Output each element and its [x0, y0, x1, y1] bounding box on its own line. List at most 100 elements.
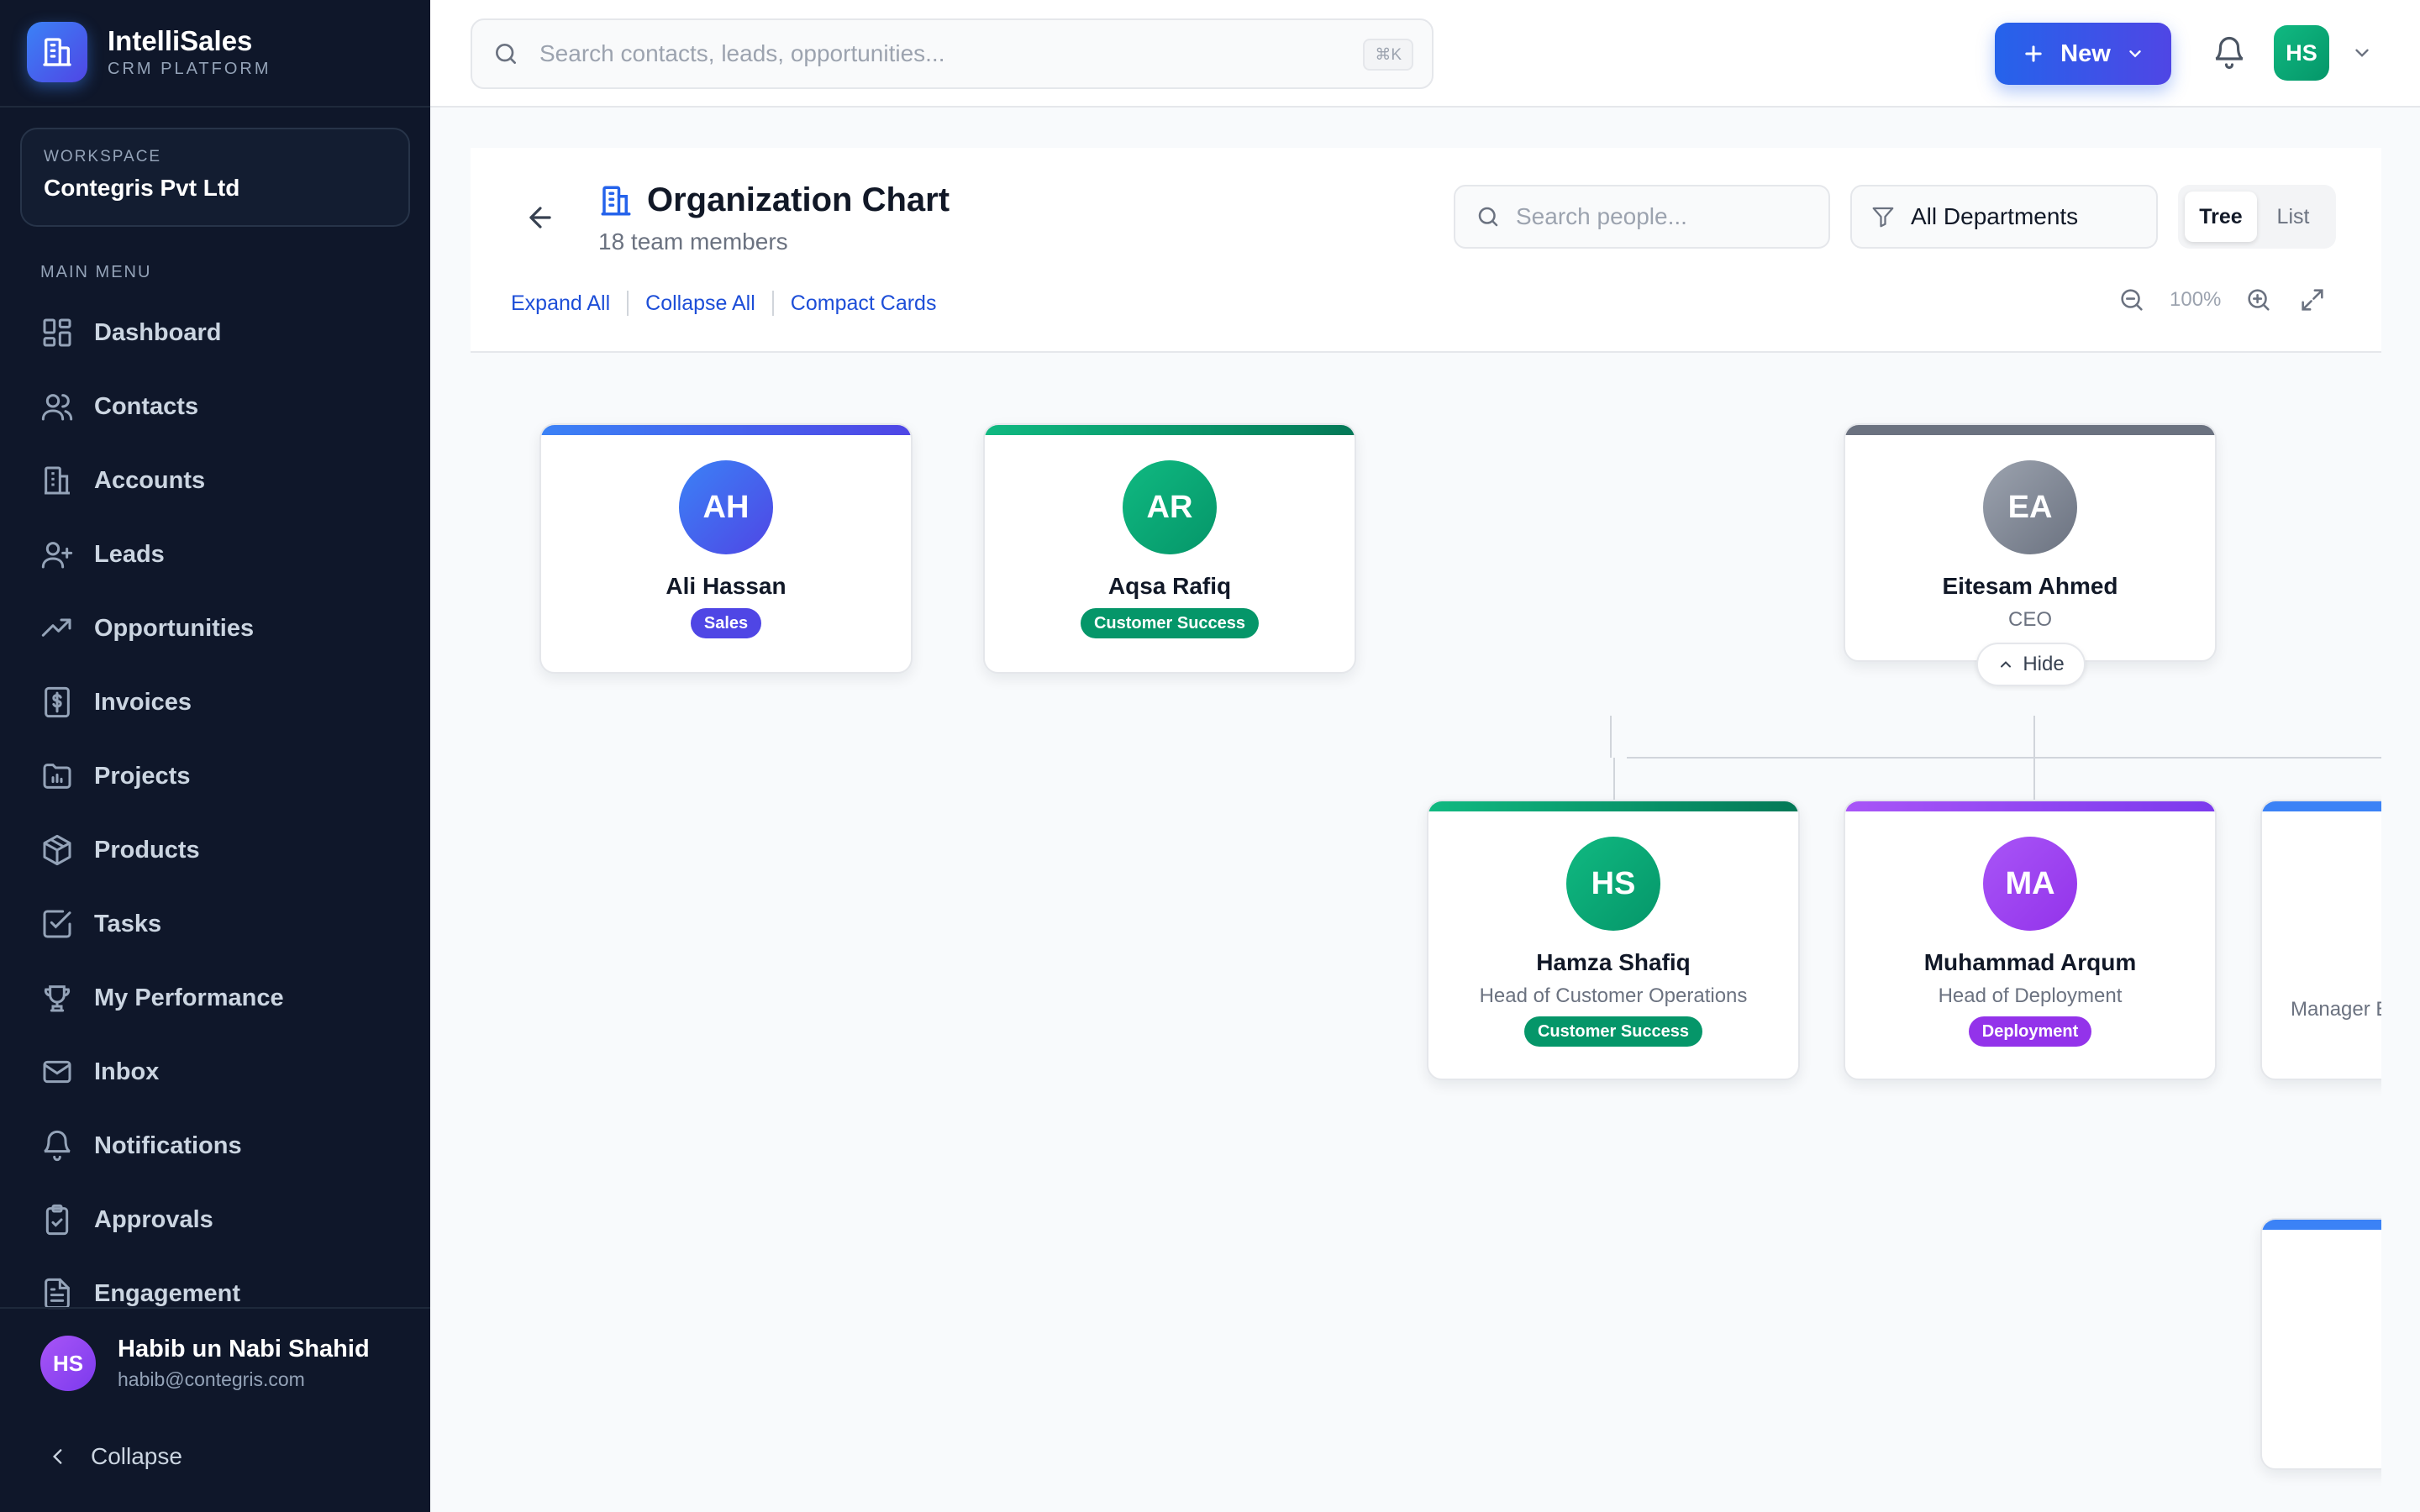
main-menu-label: MAIN MENU: [40, 263, 152, 281]
sidebar-item-inbox[interactable]: Inbox: [40, 1047, 410, 1097]
person-card[interactable]: MA Muhammad Arqum Head of Deployment Dep…: [1844, 800, 2217, 1080]
plus-icon: [2025, 45, 2042, 62]
person-card[interactable]: [2260, 1218, 2381, 1470]
topbar: Search contacts, leads, opportunities...…: [430, 0, 2420, 108]
current-user[interactable]: HS Habib un Nabi Shahid habib@contegris.…: [40, 1336, 370, 1391]
checkbox-icon: [43, 910, 71, 938]
chevron-up-icon: [2001, 661, 2012, 668]
avatar[interactable]: HS: [2274, 25, 2329, 81]
avatar: HS: [1566, 837, 1660, 931]
workspace-switcher[interactable]: WORKSPACE Contegris Pvt Ltd: [20, 128, 410, 227]
avatar: AR: [1123, 460, 1217, 554]
avatar: MA: [1983, 837, 2077, 931]
sidebar-item-label: Engagement: [94, 1279, 241, 1307]
sidebar-item-label: Inbox: [94, 1058, 160, 1085]
sidebar-item-dashboard[interactable]: Dashboard: [40, 307, 410, 358]
collapse-sidebar-button[interactable]: Collapse: [47, 1443, 182, 1470]
brand[interactable]: IntelliSales CRM PLATFORM: [27, 22, 271, 82]
tab-list[interactable]: List: [2257, 192, 2329, 242]
sidebar-item-label: Products: [94, 836, 200, 864]
building-icon: [601, 186, 631, 215]
department-filter[interactable]: All Departments: [1850, 185, 2158, 249]
sidebar-item-tasks[interactable]: Tasks: [40, 899, 410, 949]
person-card[interactable]: EA Eitesam Ahmed CEO: [1844, 423, 2217, 662]
connector-line: [1627, 757, 2381, 759]
user-name: Habib un Nabi Shahid: [118, 1336, 370, 1362]
sidebar-item-contacts[interactable]: Contacts: [40, 381, 410, 432]
sidebar-item-engagement[interactable]: Engagement: [40, 1268, 410, 1319]
org-chart-header: Organization Chart 18 team members Expan…: [471, 148, 2381, 353]
sidebar-item-label: Invoices: [94, 688, 192, 716]
avatar: EA: [1983, 460, 2077, 554]
sidebar-item-opportunities[interactable]: Opportunities: [40, 603, 410, 654]
divider: [0, 106, 430, 108]
sidebar-item-accounts[interactable]: Accounts: [40, 455, 410, 506]
person-card[interactable]: AR Aqsa Rafiq Customer Success: [983, 423, 1356, 674]
global-search-input[interactable]: Search contacts, leads, opportunities...…: [471, 18, 1434, 89]
mail-icon: [43, 1060, 71, 1084]
building-icon: [45, 466, 70, 495]
compact-cards-link[interactable]: Compact Cards: [791, 291, 937, 316]
sidebar-item-approvals[interactable]: Approvals: [40, 1194, 410, 1245]
search-placeholder: Search contacts, leads, opportunities...: [539, 40, 945, 66]
bell-icon: [44, 1130, 71, 1162]
user-email: habib@contegris.com: [118, 1368, 305, 1390]
view-toggle: Tree List: [2178, 185, 2336, 249]
new-button-label: New: [2060, 39, 2111, 67]
folder-chart-icon: [43, 764, 71, 789]
hide-label: Hide: [2023, 653, 2065, 675]
person-card[interactable]: HS Hamza Shafiq Head of Customer Operati…: [1427, 800, 1800, 1080]
card-accent-bar: [1845, 425, 2215, 435]
sidebar-item-label: Leads: [94, 540, 165, 568]
zoom-out-icon[interactable]: [2118, 286, 2146, 314]
separator: [627, 291, 629, 316]
org-chart-canvas[interactable]: AH Ali Hassan Sales AR Aqsa Rafiq Custom…: [471, 353, 2381, 1512]
sidebar-item-invoices[interactable]: Invoices: [40, 677, 410, 727]
zoom-level: 100%: [2170, 288, 2222, 311]
avatar: HS: [40, 1336, 96, 1391]
chevron-down-icon: [2355, 49, 2369, 57]
collapse-label: Collapse: [91, 1443, 182, 1469]
separator: [771, 291, 774, 316]
sidebar-item-label: Approvals: [94, 1205, 213, 1233]
clipboard-check-icon: [45, 1204, 69, 1236]
sidebar-item-projects[interactable]: Projects: [40, 751, 410, 801]
zoom-in-icon[interactable]: [2244, 286, 2273, 314]
connector-line: [1613, 758, 1615, 800]
search-icon: [1478, 207, 1498, 227]
sidebar-item-products[interactable]: Products: [40, 825, 410, 875]
sidebar-item-label: My Performance: [94, 984, 284, 1011]
connector-line: [1610, 716, 1612, 758]
shortcut-hint: ⌘K: [1363, 39, 1413, 71]
new-button[interactable]: New: [1995, 23, 2171, 85]
sidebar-item-label: Opportunities: [94, 614, 255, 642]
document-icon: [45, 1278, 70, 1310]
sidebar-item-notifications[interactable]: Notifications: [40, 1121, 410, 1171]
card-accent-bar: [2262, 1220, 2381, 1230]
user-menu-toggle[interactable]: [2351, 42, 2373, 68]
notifications-button[interactable]: [2212, 35, 2247, 75]
person-card[interactable]: Manager E: [2260, 800, 2381, 1080]
trending-up-icon: [41, 618, 71, 637]
back-button[interactable]: [524, 202, 556, 238]
collapse-all-link[interactable]: Collapse All: [645, 291, 755, 316]
expand-all-link[interactable]: Expand All: [511, 291, 610, 316]
person-name: Muhammad Arqum: [1923, 949, 2137, 975]
person-title: CEO: [2007, 608, 2052, 631]
tab-tree[interactable]: Tree: [2185, 192, 2257, 242]
person-card[interactable]: AH Ali Hassan Sales: [539, 423, 913, 674]
hide-children-button[interactable]: Hide: [1976, 643, 2086, 686]
person-name: Aqsa Rafiq: [1107, 573, 1232, 599]
sidebar-item-my-performance[interactable]: My Performance: [40, 973, 410, 1023]
person-name: Ali Hassan: [666, 573, 786, 599]
person-title: Head of Deployment: [1938, 984, 2123, 1007]
people-search-input[interactable]: Search people...: [1454, 185, 1830, 249]
chevron-left-icon: [52, 1449, 62, 1464]
sidebar-item-leads[interactable]: Leads: [40, 529, 410, 580]
card-accent-bar: [1428, 801, 1798, 811]
card-accent-bar: [541, 425, 911, 435]
avatar: AH: [679, 460, 773, 554]
fullscreen-icon[interactable]: [2298, 286, 2327, 314]
zoom-controls: 100%: [2118, 286, 2327, 314]
workspace-name: Contegris Pvt Ltd: [44, 175, 240, 201]
